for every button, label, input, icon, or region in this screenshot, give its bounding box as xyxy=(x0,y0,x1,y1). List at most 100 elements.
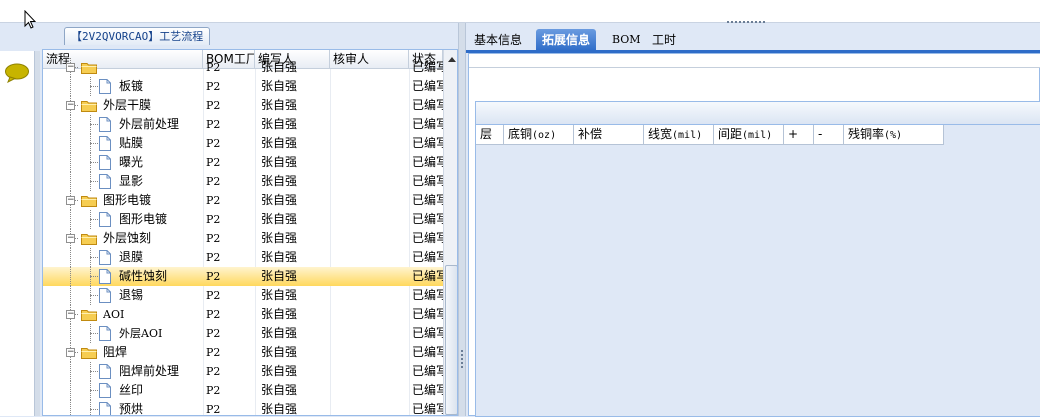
collapse-toggle-icon[interactable]: − xyxy=(66,63,75,72)
step-name: 图形电镀 xyxy=(103,193,152,207)
tree-row[interactable]: 预烘 P2 张自强 已编写 xyxy=(43,400,443,416)
tree-row[interactable]: 贴膜 P2 张自强 已编写 xyxy=(43,134,443,153)
document-icon xyxy=(99,269,111,284)
writer-cell: 张自强 xyxy=(261,155,298,169)
tree-row[interactable]: 碱性蚀刻 P2 张自强 已编写 xyxy=(43,267,443,286)
document-icon xyxy=(99,326,111,341)
document-icon xyxy=(99,174,111,189)
reviewer-cell xyxy=(336,210,406,229)
document-icon xyxy=(99,288,111,303)
bom-factory-cell: P2 xyxy=(206,213,221,226)
col-layer[interactable]: 层 xyxy=(476,125,504,145)
step-name: 预烘 xyxy=(119,402,144,416)
scroll-up-arrow-icon[interactable] xyxy=(444,52,458,68)
writer-cell: 张自强 xyxy=(261,288,298,302)
reviewer-cell xyxy=(336,58,406,77)
bom-factory-cell: P2 xyxy=(206,232,221,245)
tab-work-hours[interactable]: 工时 xyxy=(646,29,682,51)
tree-row[interactable]: − P2 张自强 已编写 xyxy=(43,58,443,77)
tree-row[interactable]: 丝印 P2 张自强 已编写 xyxy=(43,381,443,400)
collapse-toggle-icon[interactable]: − xyxy=(66,101,75,110)
tree-row[interactable]: 退锡 P2 张自强 已编写 xyxy=(43,286,443,305)
chat-bubble-icon[interactable] xyxy=(4,63,30,83)
tree-row[interactable]: 曝光 P2 张自强 已编写 xyxy=(43,153,443,172)
grid-toolbar xyxy=(476,102,1040,125)
tree-row[interactable]: − 阻焊 P2 张自强 已编写 xyxy=(43,343,443,362)
folder-icon xyxy=(81,234,97,245)
bom-factory-cell: P2 xyxy=(206,194,221,207)
tree-vertical-scrollbar[interactable] xyxy=(443,50,458,415)
status-cell: 已编写 xyxy=(412,345,443,359)
step-name: 显影 xyxy=(119,174,144,188)
writer-cell: 张自强 xyxy=(261,345,298,359)
col-minus[interactable]: - xyxy=(814,125,844,145)
writer-cell: 张自强 xyxy=(261,250,298,264)
bom-factory-cell: P2 xyxy=(206,99,221,112)
process-flow-title: 【2V2QVORCAO】工艺流程 xyxy=(64,27,211,45)
tree-row[interactable]: 显影 P2 张自强 已编写 xyxy=(43,172,443,191)
bom-factory-cell: P2 xyxy=(206,156,221,169)
status-cell: 已编写 xyxy=(412,364,443,378)
bom-factory-cell: P2 xyxy=(206,346,221,359)
reviewer-cell xyxy=(336,286,406,305)
status-cell: 已编写 xyxy=(412,326,443,340)
status-cell: 已编写 xyxy=(412,60,443,74)
tab-basic-info[interactable]: 基本信息 xyxy=(468,29,528,51)
step-name: 贴膜 xyxy=(119,136,144,150)
reviewer-cell xyxy=(336,191,406,210)
col-base-copper[interactable]: 底铜(oz) xyxy=(504,125,574,145)
writer-cell: 张自强 xyxy=(261,231,298,245)
tab-bom[interactable]: BOM xyxy=(606,29,647,51)
splitter-grip[interactable] xyxy=(461,350,463,368)
writer-cell: 张自强 xyxy=(261,117,298,131)
document-icon xyxy=(99,212,111,227)
bom-factory-cell: P2 xyxy=(206,403,221,416)
step-name: 图形电镀 xyxy=(119,212,168,226)
tab-extended-info[interactable]: 拓展信息 xyxy=(536,29,597,51)
tree-row[interactable]: 板镀 P2 张自强 已编写 xyxy=(43,77,443,96)
tree-row[interactable]: − AOI P2 张自强 已编写 xyxy=(43,305,443,324)
process-tree-grid[interactable]: 流程 BOM工厂 编写人 核审人 状态 −P2张自强已编写板镀P2张自强已编写−… xyxy=(42,49,458,416)
col-spacing[interactable]: 间距(mil) xyxy=(714,125,784,145)
bom-factory-cell: P2 xyxy=(206,80,221,93)
document-icon xyxy=(99,250,111,265)
status-cell: 已编写 xyxy=(412,212,443,226)
tree-row[interactable]: − 外层蚀刻 P2 张自强 已编写 xyxy=(43,229,443,248)
writer-cell: 张自强 xyxy=(261,326,298,340)
tree-row[interactable]: − 外层干膜 P2 张自强 已编写 xyxy=(43,96,443,115)
writer-cell: 张自强 xyxy=(261,212,298,226)
copper-grid[interactable]: 层 底铜(oz) 补偿 线宽(mil) 间距(mil) + - 残铜率(%) xyxy=(475,101,1040,417)
step-name: 曝光 xyxy=(119,155,144,169)
tree-rows: −P2张自强已编写板镀P2张自强已编写−外层干膜P2张自强已编写外层前处理P2张… xyxy=(43,58,443,416)
col-line-width[interactable]: 线宽(mil) xyxy=(644,125,714,145)
writer-cell: 张自强 xyxy=(261,136,298,150)
folder-icon xyxy=(81,310,97,321)
detail-pane: 基本信息 拓展信息 BOM 工时 层 底铜(oz) 补偿 线宽(mil) 间距(… xyxy=(466,23,1040,417)
tree-row[interactable]: 外层前处理 P2 张自强 已编写 xyxy=(43,115,443,134)
scrollbar-thumb[interactable] xyxy=(445,265,457,415)
reviewer-cell xyxy=(336,229,406,248)
reviewer-cell xyxy=(336,153,406,172)
tree-row[interactable]: 退膜 P2 张自强 已编写 xyxy=(43,248,443,267)
reviewer-cell xyxy=(336,324,406,343)
status-cell: 已编写 xyxy=(412,193,443,207)
extended-info-panel: 层 底铜(oz) 补偿 线宽(mil) 间距(mil) + - 残铜率(%) xyxy=(468,53,1040,417)
reviewer-cell xyxy=(336,172,406,191)
collapse-toggle-icon[interactable]: − xyxy=(66,310,75,319)
collapse-toggle-icon[interactable]: − xyxy=(66,348,75,357)
col-compensation[interactable]: 补偿 xyxy=(574,125,644,145)
top-strip xyxy=(0,0,1040,23)
tree-row[interactable]: 图形电镀 P2 张自强 已编写 xyxy=(43,210,443,229)
collapse-toggle-icon[interactable]: − xyxy=(66,234,75,243)
col-residual-copper[interactable]: 残铜率(%) xyxy=(844,125,944,145)
writer-cell: 张自强 xyxy=(261,60,298,74)
tree-row[interactable]: 外层AOI P2 张自强 已编写 xyxy=(43,324,443,343)
collapse-toggle-icon[interactable]: − xyxy=(66,196,75,205)
step-name xyxy=(103,58,199,77)
tree-row[interactable]: − 图形电镀 P2 张自强 已编写 xyxy=(43,191,443,210)
folder-icon xyxy=(81,196,97,207)
col-plus[interactable]: + xyxy=(784,125,814,145)
folder-icon xyxy=(81,348,97,359)
tree-row[interactable]: 阻焊前处理 P2 张自强 已编写 xyxy=(43,362,443,381)
reviewer-cell xyxy=(336,267,406,286)
